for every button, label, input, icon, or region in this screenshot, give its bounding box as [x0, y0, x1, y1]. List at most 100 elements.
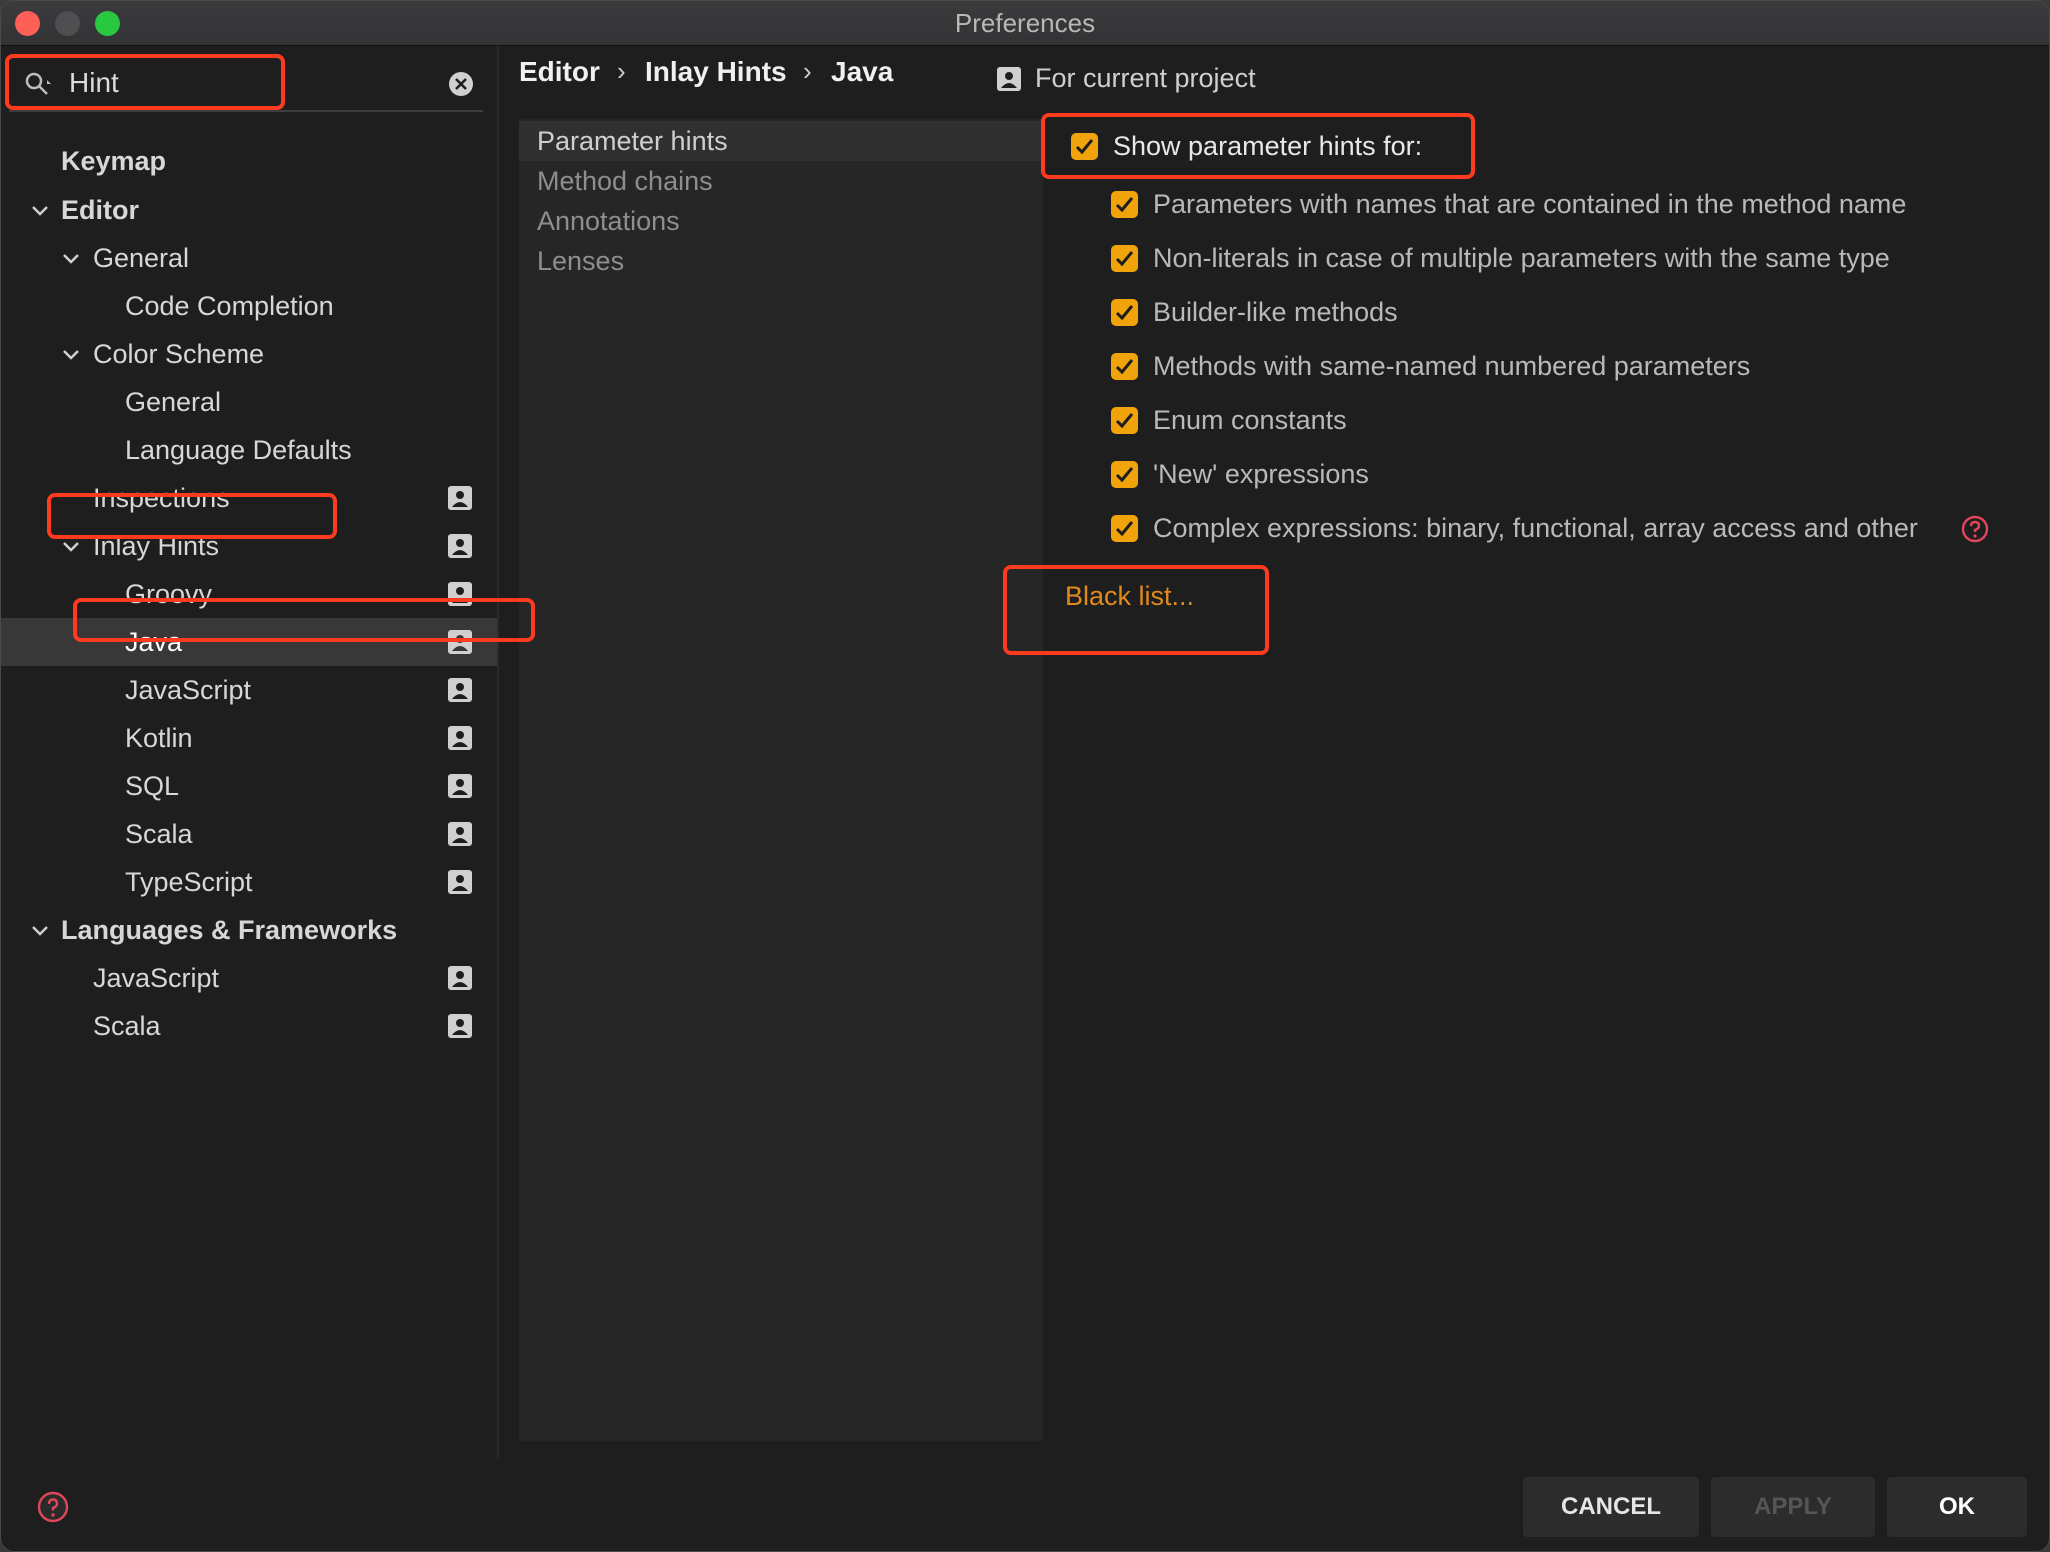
chevron-down-icon[interactable] [29, 920, 51, 942]
check-icon [1115, 413, 1134, 429]
option-complex-expressions[interactable]: Complex expressions: binary, functional,… [1111, 509, 2011, 549]
ok-button[interactable]: OK [1887, 1477, 2027, 1537]
tree-item-editor[interactable]: Editor [1, 186, 497, 234]
tree-item-label: Kotlin [125, 723, 193, 753]
checkbox-label: Non-literals in case of multiple paramet… [1153, 243, 1890, 273]
chevron-down-icon[interactable] [60, 344, 82, 366]
checkbox-checked[interactable] [1111, 461, 1138, 488]
chevron-down-icon[interactable] [60, 536, 82, 558]
chevron-down-icon[interactable] [29, 200, 51, 222]
tree-item-label: JavaScript [93, 963, 220, 993]
tree-item-lf-javascript[interactable]: JavaScript [1, 954, 497, 1002]
hint-category-list: Parameter hints Method chains Annotation… [519, 119, 1043, 1441]
checkbox-checked[interactable] [1111, 407, 1138, 434]
tree-item-keymap[interactable]: Keymap [1, 137, 497, 185]
option-builder-like-methods[interactable]: Builder-like methods [1111, 293, 2011, 333]
breadcrumb-inlay-hints[interactable]: Inlay Hints [645, 56, 787, 88]
tree-item-language-defaults[interactable]: Language Defaults [1, 426, 497, 474]
tree-item-scala[interactable]: Scala [1, 810, 497, 858]
project-scope-icon [448, 534, 472, 558]
tree-item-inspections[interactable]: Inspections [1, 474, 497, 522]
tree-item-kotlin[interactable]: Kotlin [1, 714, 497, 762]
tree-item-label: Inspections [93, 483, 230, 513]
project-scope-icon [448, 582, 472, 606]
option-numbered-parameters[interactable]: Methods with same-named numbered paramet… [1111, 347, 2011, 387]
checkbox-label: Enum constants [1153, 405, 1347, 435]
checkbox-label: Show parameter hints for: [1113, 131, 1423, 161]
search-icon [25, 72, 51, 95]
tree-item-typescript[interactable]: TypeScript [1, 858, 497, 906]
black-list-link[interactable]: Black list... [1065, 581, 1194, 612]
project-scope-icon [448, 822, 472, 846]
project-scope-icon [448, 678, 472, 702]
checkbox-label: 'New' expressions [1153, 459, 1369, 489]
tree-item-javascript[interactable]: JavaScript [1, 666, 497, 714]
check-icon [1115, 467, 1134, 483]
tree-item-label: SQL [125, 771, 180, 801]
search-input[interactable] [69, 64, 399, 102]
check-icon [1115, 251, 1134, 267]
option-enum-constants[interactable]: Enum constants [1111, 401, 2011, 441]
checkbox-checked[interactable] [1111, 191, 1138, 218]
help-icon[interactable] [1961, 515, 1989, 543]
breadcrumb-java: Java [831, 56, 894, 87]
option-new-expressions[interactable]: 'New' expressions [1111, 455, 2011, 495]
checkbox-checked[interactable] [1071, 133, 1098, 160]
check-icon [1115, 521, 1134, 537]
breadcrumb-separator: › [617, 56, 626, 86]
title-bar: Preferences [1, 1, 2049, 46]
check-icon [1075, 139, 1094, 155]
checkbox-label: Complex expressions: binary, functional,… [1153, 513, 1918, 543]
cancel-button[interactable]: CANCEL [1523, 1477, 1699, 1537]
tab-annotations[interactable]: Annotations [519, 201, 1043, 241]
apply-button[interactable]: APPLY [1711, 1477, 1875, 1537]
tree-item-inlay-hints[interactable]: Inlay Hints [1, 522, 497, 570]
check-icon [1115, 197, 1134, 213]
breadcrumb-separator: › [803, 56, 812, 86]
tree-item-label: Inlay Hints [93, 531, 220, 561]
project-scope-icon [448, 870, 472, 894]
tree-item-languages-frameworks[interactable]: Languages & Frameworks [1, 906, 497, 954]
breadcrumb-editor[interactable]: Editor [519, 56, 600, 88]
project-scope-icon [997, 67, 1021, 91]
tab-parameter-hints[interactable]: Parameter hints [519, 121, 1043, 161]
show-parameter-hints-checkbox[interactable]: Show parameter hints for: [1071, 127, 1471, 167]
checkbox-checked[interactable] [1111, 515, 1138, 542]
tab-label: Lenses [537, 246, 625, 276]
tab-method-chains[interactable]: Method chains [519, 161, 1043, 201]
tree-item-label: Scala [125, 819, 193, 849]
clear-search-icon[interactable] [447, 70, 475, 98]
project-scope-icon [448, 774, 472, 798]
tree-item-java[interactable]: Java [1, 618, 497, 666]
tree-item-label: General [93, 243, 190, 273]
tree-item-color-scheme-general[interactable]: General [1, 378, 497, 426]
tree-item-sql[interactable]: SQL [1, 762, 497, 810]
scope-label: For current project [1035, 63, 1256, 93]
tree-item-label: JavaScript [125, 675, 252, 705]
checkbox-label: Parameters with names that are contained… [1153, 189, 1907, 219]
check-icon [1115, 305, 1134, 321]
tree-item-label: Code Completion [125, 291, 334, 321]
help-icon[interactable] [37, 1491, 69, 1523]
option-non-literals[interactable]: Non-literals in case of multiple paramet… [1111, 239, 2011, 279]
checkbox-checked[interactable] [1111, 299, 1138, 326]
tree-item-label: Languages & Frameworks [61, 915, 398, 945]
tree-item-groovy[interactable]: Groovy [1, 570, 497, 618]
option-names-in-method-name[interactable]: Parameters with names that are contained… [1111, 185, 2011, 225]
tree-item-label: TypeScript [125, 867, 253, 897]
project-scope-icon [448, 630, 472, 654]
tree-item-lf-scala[interactable]: Scala [1, 1002, 497, 1050]
tree-item-general[interactable]: General [1, 234, 497, 282]
project-scope-icon [448, 1014, 472, 1038]
project-scope-icon [448, 726, 472, 750]
chevron-down-icon[interactable] [60, 248, 82, 270]
tree-item-color-scheme[interactable]: Color Scheme [1, 330, 497, 378]
settings-sidebar: Keymap Editor General Code Completion Co… [1, 46, 499, 1458]
checkbox-checked[interactable] [1111, 353, 1138, 380]
tree-item-label: Groovy [125, 579, 213, 609]
tab-lenses[interactable]: Lenses [519, 241, 1043, 281]
checkbox-label: Builder-like methods [1153, 297, 1398, 327]
checkbox-checked[interactable] [1111, 245, 1138, 272]
tree-item-code-completion[interactable]: Code Completion [1, 282, 497, 330]
tab-label: Parameter hints [537, 126, 728, 156]
